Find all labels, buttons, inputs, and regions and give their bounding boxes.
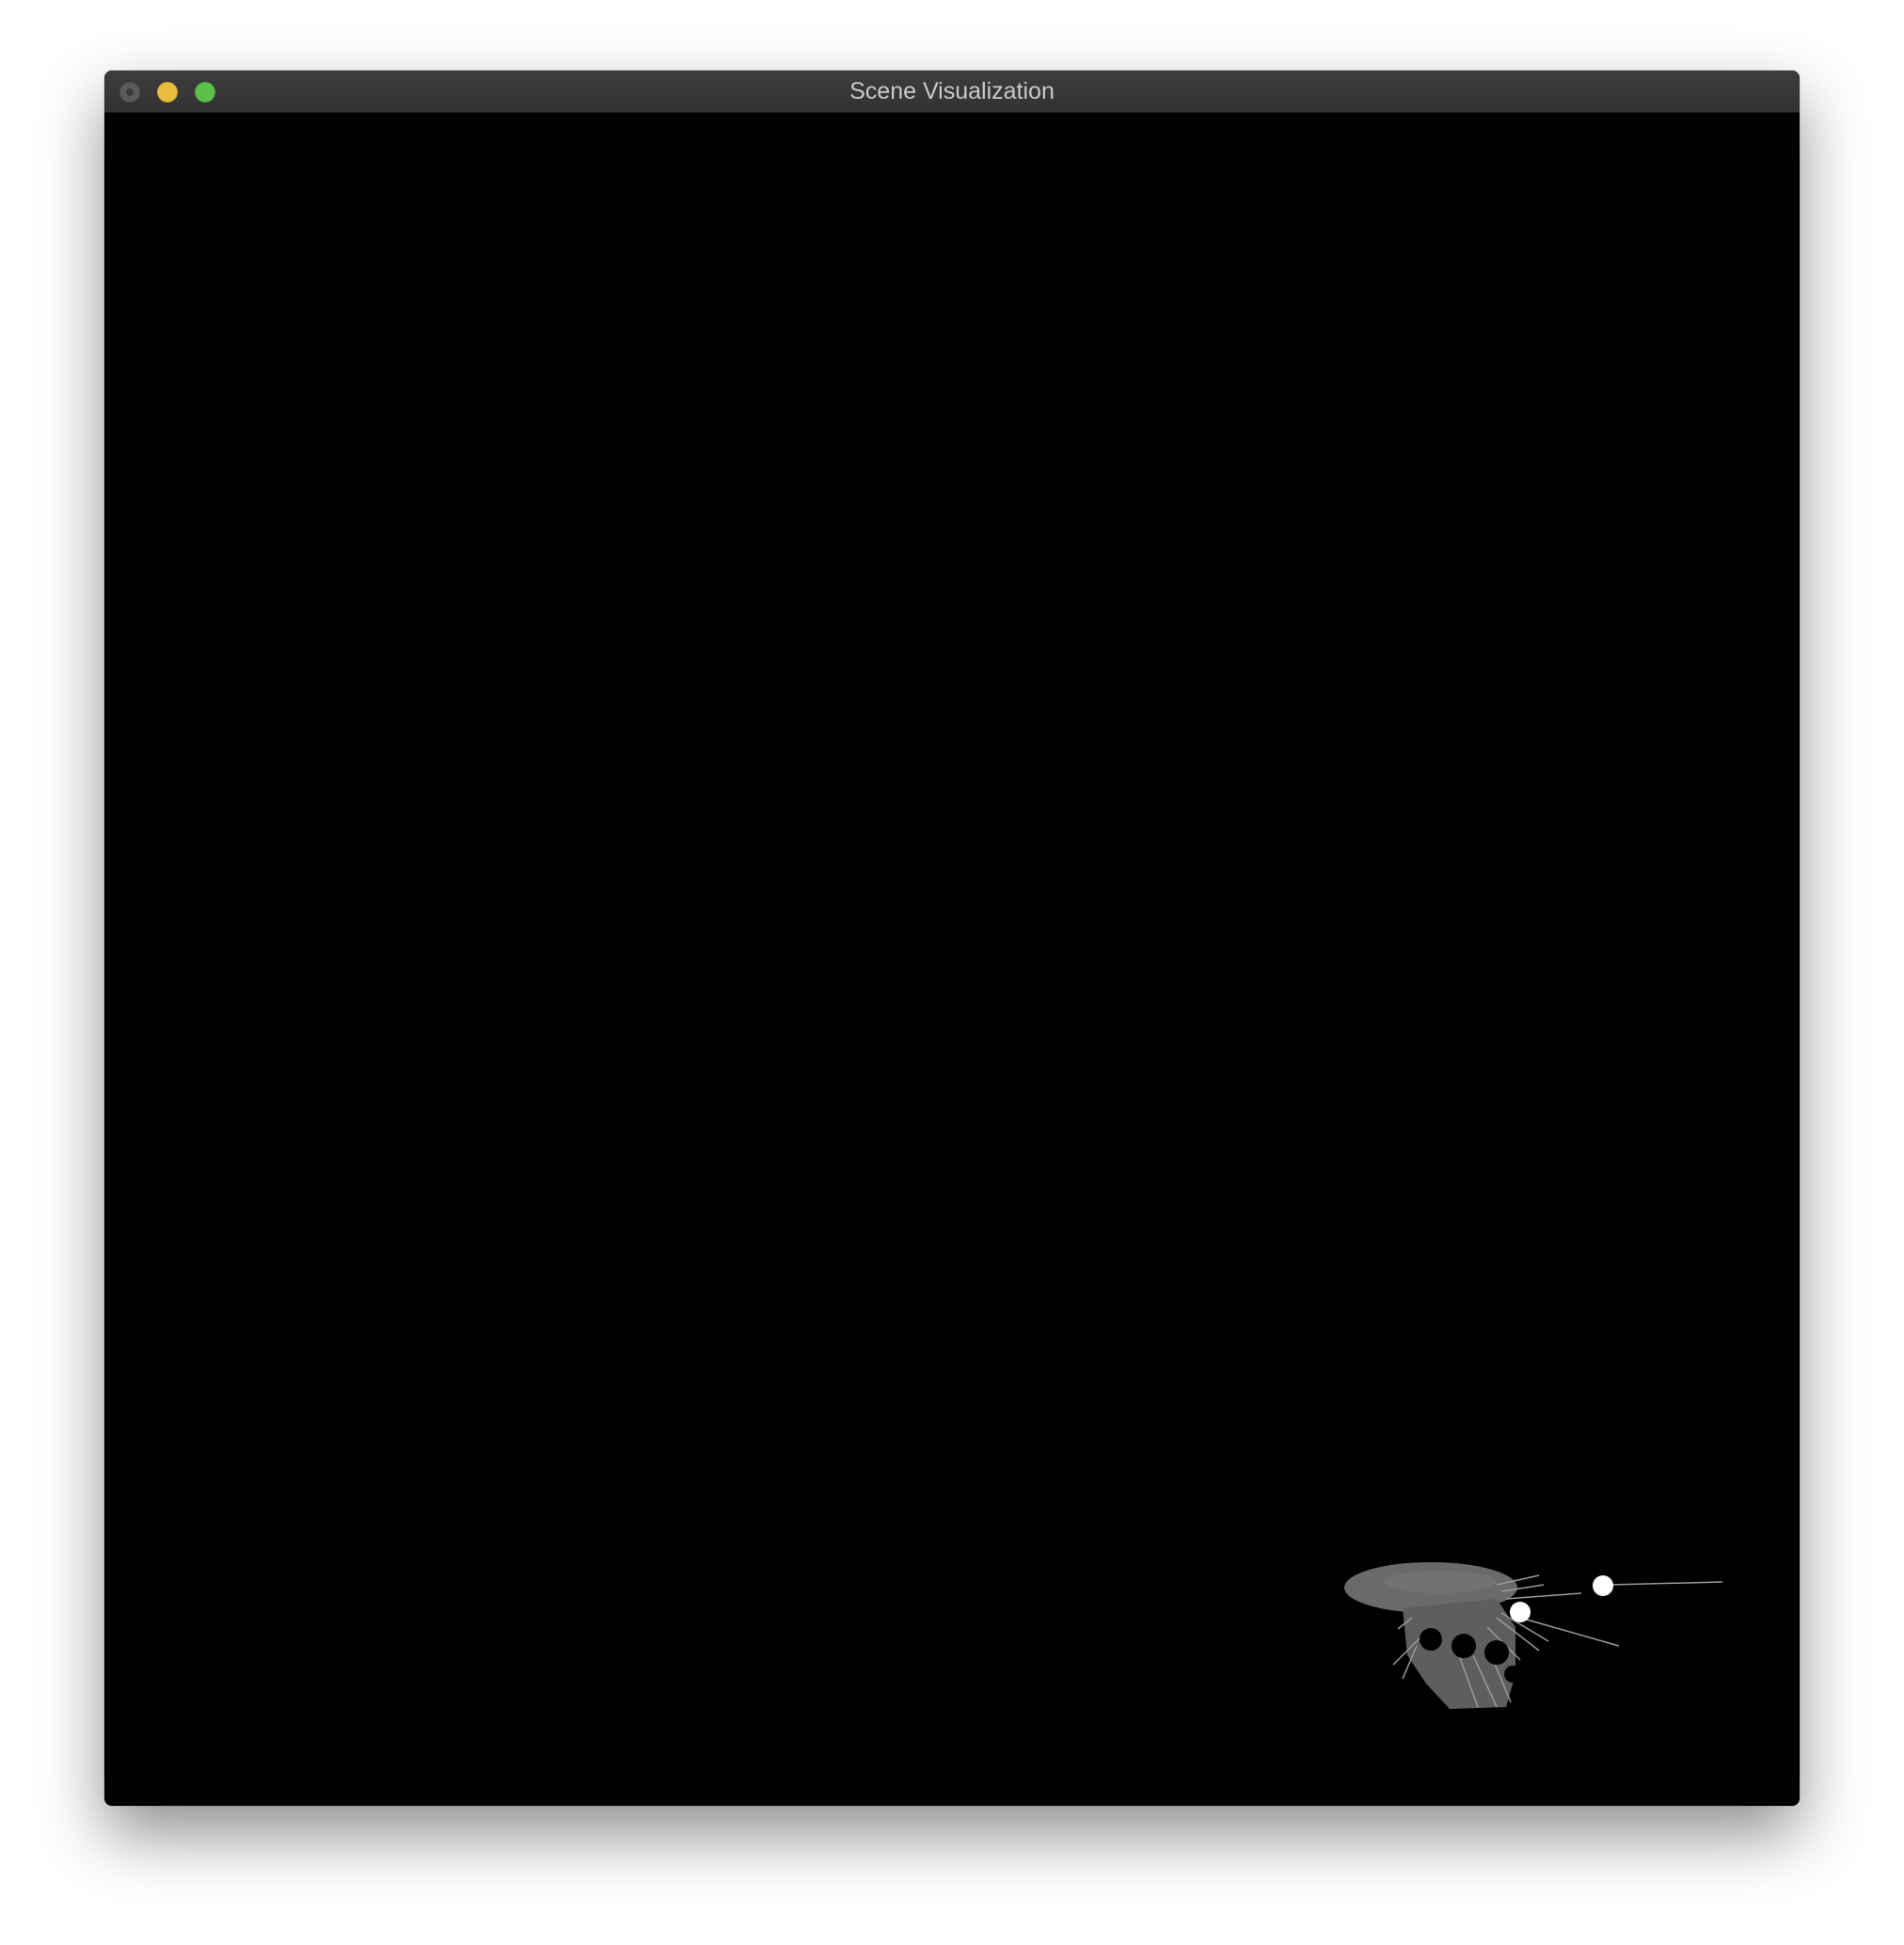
point-cloud-disc-highlight bbox=[1384, 1571, 1497, 1593]
window-titlebar[interactable]: Scene Visualization bbox=[104, 71, 1800, 113]
3d-viewport-canvas[interactable] bbox=[104, 113, 1800, 1806]
point-cloud-void bbox=[1504, 1666, 1521, 1683]
point-cloud-marker bbox=[1510, 1602, 1531, 1622]
point-cloud-scene[interactable] bbox=[104, 113, 1800, 1806]
point-cloud-void bbox=[1484, 1640, 1509, 1665]
point-cloud-void bbox=[1452, 1634, 1476, 1658]
scene-visualization-window: Scene Visualization bbox=[104, 71, 1800, 1806]
point-cloud-void bbox=[1420, 1628, 1442, 1651]
point-cloud-marker bbox=[1593, 1575, 1613, 1596]
point-cloud-object bbox=[1344, 1562, 1723, 1709]
window-title: Scene Visualization bbox=[849, 78, 1055, 104]
